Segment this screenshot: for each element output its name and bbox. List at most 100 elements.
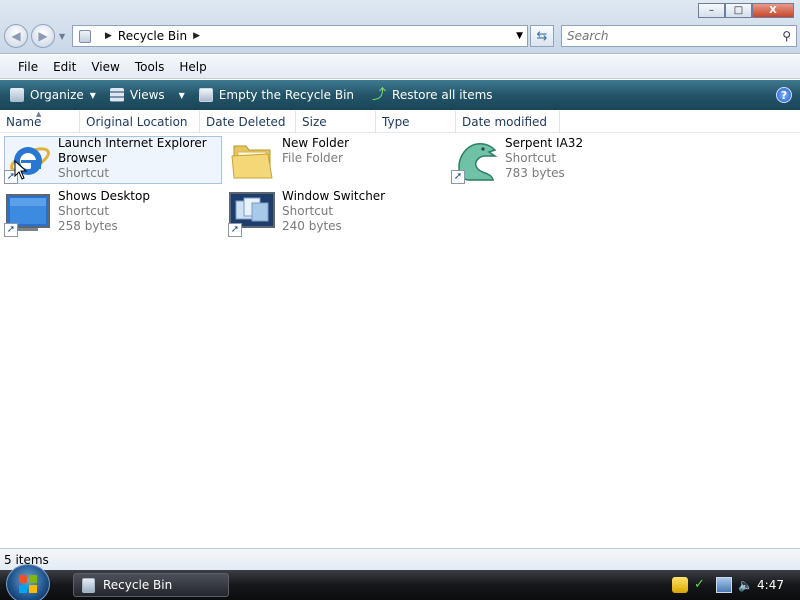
column-original-location-label: Original Location (86, 115, 188, 129)
menu-help[interactable]: Help (179, 60, 206, 74)
breadcrumb-recycle-bin[interactable]: Recycle Bin (118, 29, 187, 43)
empty-recycle-bin-label: Empty the Recycle Bin (218, 88, 355, 102)
menu-edit[interactable]: Edit (53, 60, 76, 74)
item-name: Launch Internet Explorer (58, 136, 207, 150)
search-input[interactable] (567, 29, 767, 43)
shortcut-arrow-icon: ➚ (451, 170, 465, 184)
menu-view[interactable]: View (91, 60, 119, 74)
start-button[interactable] (6, 564, 50, 600)
item-size: 783 bytes (505, 166, 565, 180)
recycle-bin-icon (198, 88, 213, 102)
maximize-button[interactable]: □ (725, 3, 752, 18)
taskbar: Recycle Bin ✓ 🔈x 4:47 (0, 564, 800, 600)
item-name: Serpent IA32 (505, 136, 584, 150)
list-item-new-folder[interactable]: New Folder File Folder (228, 136, 349, 184)
restore-all-items-button[interactable]: ⤴ Restore all items (372, 88, 493, 102)
back-arrow-icon: ◀ (11, 29, 21, 43)
column-date-deleted[interactable]: Date Deleted (200, 111, 296, 133)
item-type: Shortcut (58, 166, 110, 180)
mouse-pointer-icon (14, 160, 28, 180)
views-label: Views (129, 88, 165, 102)
organize-button[interactable]: Organize ▼ (10, 88, 96, 102)
shortcut-arrow-icon: ➚ (4, 223, 18, 237)
item-type: Shortcut (505, 151, 557, 165)
column-date-modified[interactable]: Date modified (456, 111, 560, 133)
file-list[interactable]: ➚ Launch Internet Explorer Browser Short… (0, 133, 800, 548)
sort-ascending-icon: ▲ (36, 110, 42, 118)
serpent-dragon-icon: ➚ (451, 136, 499, 184)
item-type: Shortcut (58, 204, 110, 218)
recycle-bin-icon (79, 29, 91, 43)
item-size: 240 bytes (282, 219, 342, 233)
column-size-label: Size (302, 115, 327, 129)
list-item-shows-desktop[interactable]: ➚ Shows Desktop Shortcut 258 bytes (4, 189, 150, 237)
item-name: New Folder (282, 136, 350, 150)
window-switcher-icon: ➚ (228, 189, 276, 237)
refresh-button[interactable]: ⇆ (530, 25, 554, 47)
views-icon (109, 88, 124, 102)
security-shield-icon[interactable] (672, 577, 688, 593)
forward-arrow-icon: ▶ (38, 29, 48, 43)
help-button[interactable]: ? (776, 87, 792, 103)
chevron-down-icon: ▼ (178, 90, 185, 100)
item-size: 258 bytes (58, 219, 118, 233)
show-desktop-icon: ➚ (4, 189, 52, 237)
item-text: Serpent IA32 Shortcut 783 bytes (505, 136, 583, 184)
status-bar: 5 items (0, 548, 800, 570)
internet-explorer-icon: ➚ (4, 136, 52, 184)
shortcut-arrow-icon: ➚ (228, 223, 242, 237)
item-name: Shows Desktop (58, 189, 150, 203)
menu-file[interactable]: File (18, 60, 38, 74)
list-item-serpent-ia32[interactable]: ➚ Serpent IA32 Shortcut 783 bytes (451, 136, 583, 184)
column-date-deleted-label: Date Deleted (206, 115, 286, 129)
column-type-label: Type (382, 115, 410, 129)
organize-icon (10, 88, 24, 102)
column-size[interactable]: Size (296, 111, 376, 133)
restore-all-items-label: Restore all items (392, 88, 493, 102)
window-controls: – □ X (698, 3, 794, 18)
refresh-icon: ⇆ (536, 28, 548, 44)
windows-logo-icon (19, 575, 37, 593)
search-icon[interactable]: ⚲ (782, 29, 791, 43)
address-bar[interactable]: ▶ Recycle Bin ▶ ▼ (72, 25, 528, 47)
breadcrumb-arrow-icon[interactable]: ▶ (105, 31, 112, 41)
item-name: Browser (58, 151, 107, 165)
minimize-button[interactable]: – (698, 3, 725, 18)
column-name[interactable]: ▲ Name (0, 110, 80, 133)
search-box[interactable]: ⚲ (561, 25, 797, 47)
taskbar-window-label: Recycle Bin (103, 578, 173, 592)
column-date-modified-label: Date modified (462, 115, 548, 129)
item-text: Shows Desktop Shortcut 258 bytes (58, 189, 150, 237)
network-icon[interactable] (716, 577, 732, 593)
command-bar: Organize ▼ Views ▼ Empty the Recycle Bin… (0, 80, 800, 110)
item-text: New Folder File Folder (282, 136, 349, 184)
update-check-icon[interactable]: ✓ (694, 577, 710, 593)
item-type: Shortcut (282, 204, 334, 218)
clock[interactable]: 4:47 (757, 578, 784, 592)
restore-arrow-icon: ⤴ (372, 87, 387, 103)
column-type[interactable]: Type (376, 111, 456, 133)
column-original-location[interactable]: Original Location (80, 111, 200, 133)
list-item-internet-explorer[interactable]: ➚ Launch Internet Explorer Browser Short… (4, 136, 222, 184)
taskbar-recycle-bin-button[interactable]: Recycle Bin (73, 573, 229, 597)
recent-pages-dropdown[interactable]: ▼ (59, 32, 65, 41)
column-headers: ▲ Name Original Location Date Deleted Si… (0, 110, 800, 133)
close-button[interactable]: X (752, 3, 794, 18)
address-dropdown-icon[interactable]: ▼ (516, 31, 523, 41)
empty-recycle-bin-button[interactable]: Empty the Recycle Bin (198, 88, 355, 102)
menu-tools[interactable]: Tools (135, 60, 165, 74)
item-type: File Folder (282, 151, 343, 165)
back-button[interactable]: ◀ (4, 24, 28, 48)
forward-button[interactable]: ▶ (31, 24, 55, 48)
chevron-down-icon: ▼ (89, 90, 96, 100)
list-item-window-switcher[interactable]: ➚ Window Switcher Shortcut 240 bytes (228, 189, 385, 237)
breadcrumb-arrow-icon[interactable]: ▶ (193, 31, 200, 41)
item-text: Window Switcher Shortcut 240 bytes (282, 189, 385, 237)
volume-muted-icon[interactable]: 🔈x (738, 577, 754, 600)
window-chrome: – □ X ◀ ▶ ▼ ▶ Recycle Bin ▶ ▼ ⇆ ⚲ (0, 0, 800, 54)
item-text: Launch Internet Explorer Browser Shortcu… (58, 136, 207, 184)
recycle-bin-icon (82, 577, 95, 593)
item-name: Window Switcher (282, 189, 386, 203)
organize-label: Organize (30, 88, 84, 102)
views-button[interactable]: Views ▼ (109, 88, 185, 102)
